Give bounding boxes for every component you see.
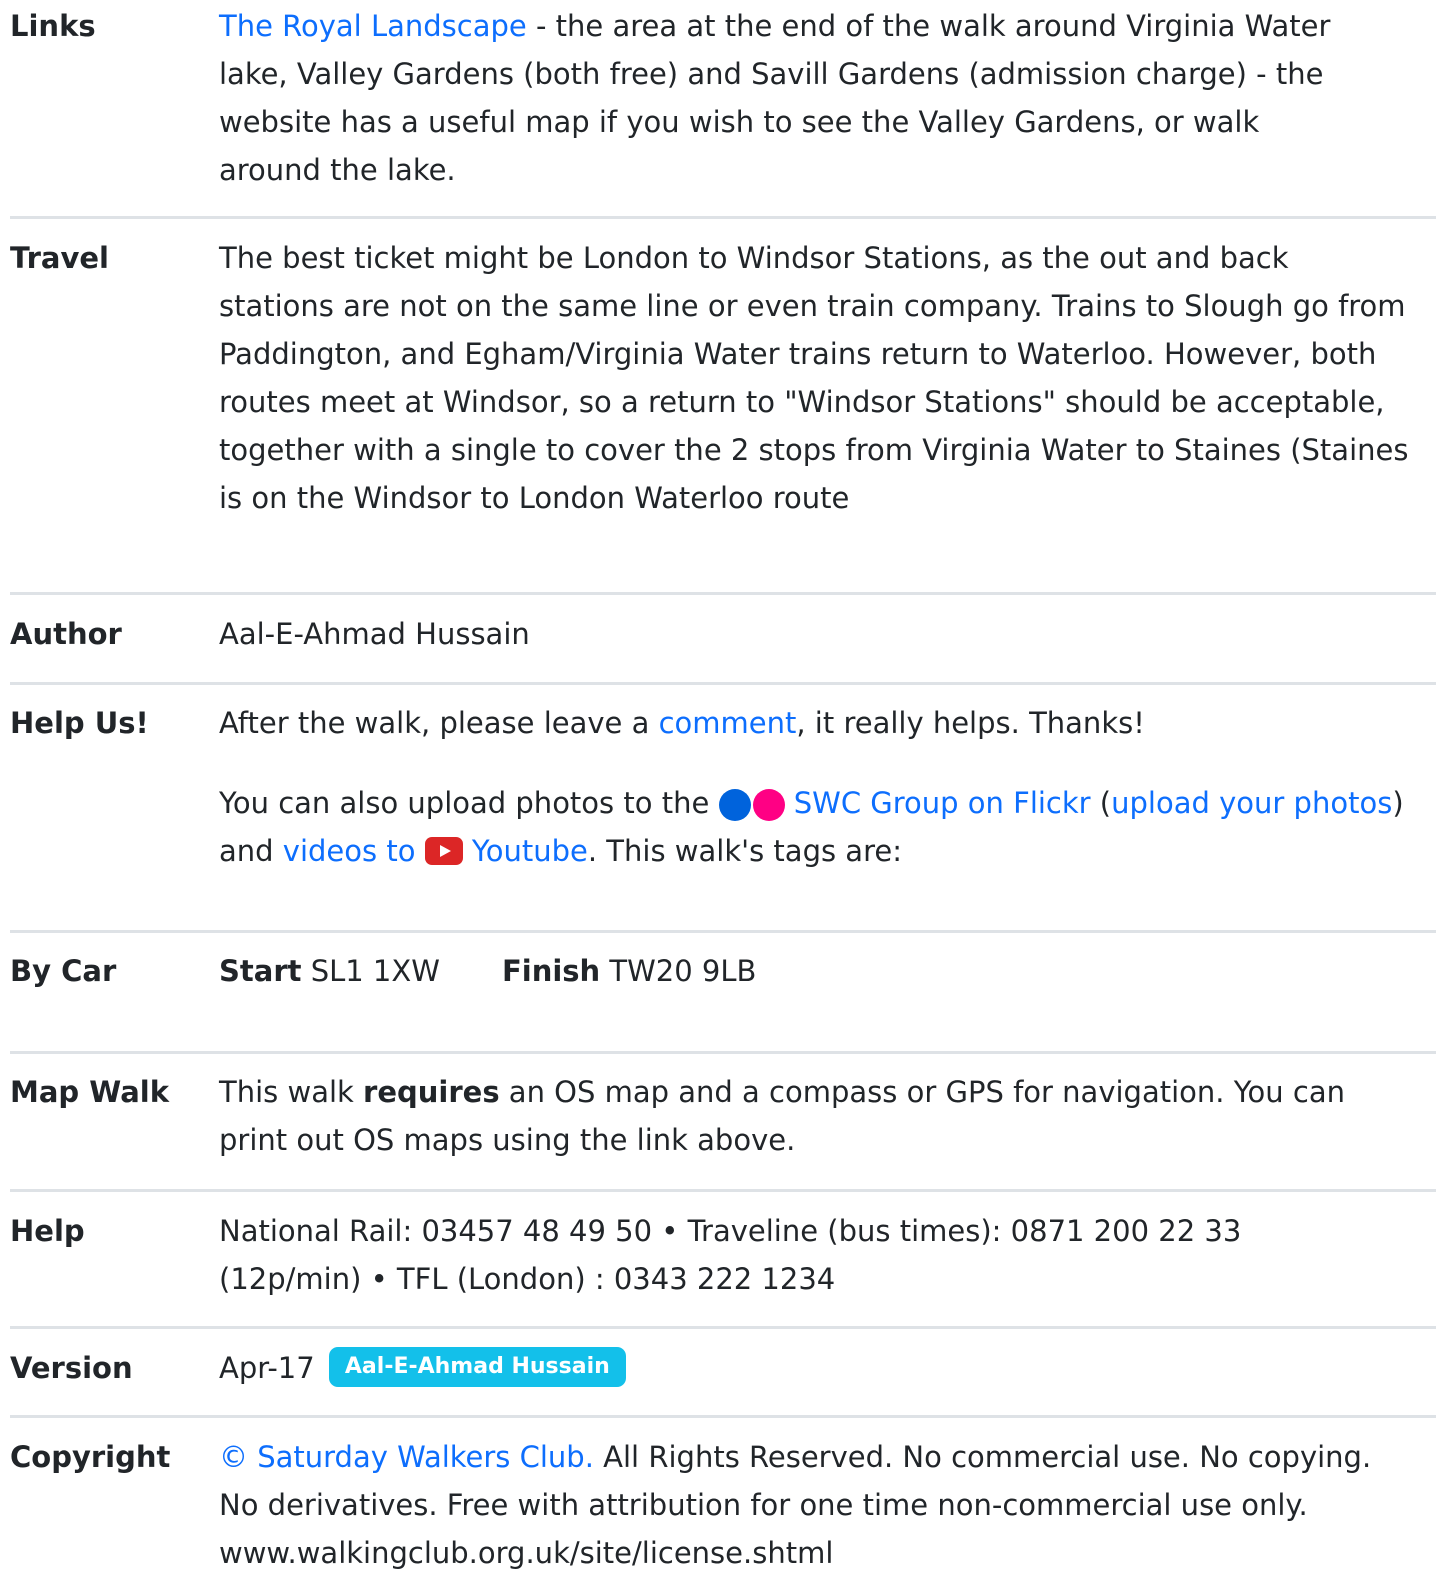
help-us-text: ( — [1090, 786, 1112, 820]
divider — [10, 1189, 1436, 1192]
author-badge: Aal-E-Ahmad Hussain — [328, 1347, 626, 1387]
help-us-text: After the walk, please leave a — [219, 706, 659, 740]
help-us-text: You can also upload photos to the — [219, 786, 719, 820]
row-label-map-walk: Map Walk — [10, 1075, 170, 1109]
row-label-travel: Travel — [10, 241, 109, 275]
flickr-blue-dot — [718, 789, 751, 821]
row-value-help-us: After the walk, please leave a comment, … — [219, 699, 1409, 875]
divider — [10, 930, 1436, 933]
row-label-author: Author — [10, 617, 122, 651]
map-walk-text: This walk — [219, 1075, 364, 1109]
start-label: Start — [219, 954, 302, 988]
finish-label: Finish — [501, 954, 601, 988]
row-label-copyright: Copyright — [10, 1440, 171, 1474]
divider — [10, 682, 1436, 685]
divider — [10, 1415, 1436, 1418]
swc-flickr-group-link[interactable]: SWC Group on Flickr — [794, 786, 1091, 820]
youtube-link[interactable]: Youtube — [472, 834, 588, 868]
divider — [10, 216, 1436, 219]
youtube-icon[interactable] — [424, 837, 463, 865]
row-value-map-walk: This walk requires an OS map and a compa… — [219, 1068, 1399, 1164]
row-label-version: Version — [10, 1351, 133, 1385]
row-label-help-us: Help Us! — [10, 706, 149, 740]
help-us-text: . This walk's tags are: — [587, 834, 902, 868]
comment-link[interactable]: comment — [659, 706, 797, 740]
divider — [10, 592, 1436, 595]
row-value-version: Apr-17 Aal-E-Ahmad Hussain — [219, 1344, 1419, 1392]
start-postcode: SL1 1XW — [310, 954, 440, 988]
map-walk-requires: requires — [363, 1075, 500, 1109]
saturday-walkers-club-link[interactable]: © Saturday Walkers Club. — [219, 1440, 594, 1474]
finish-postcode: TW20 9LB — [609, 954, 757, 988]
row-value-links: The Royal Landscape - the area at the en… — [219, 2, 1369, 194]
row-label-help: Help — [10, 1214, 85, 1248]
help-us-text: , it really helps. Thanks! — [796, 706, 1145, 740]
help-us-comment-paragraph: After the walk, please leave a comment, … — [219, 699, 1409, 747]
row-label-by-car: By Car — [10, 954, 117, 988]
author-name: Aal-E-Ahmad Hussain — [219, 617, 530, 651]
row-value-copyright: © Saturday Walkers Club. All Rights Rese… — [219, 1433, 1419, 1577]
royal-landscape-link[interactable]: The Royal Landscape — [219, 9, 527, 43]
divider — [10, 1051, 1436, 1054]
divider — [10, 1326, 1436, 1329]
flickr-icon — [718, 779, 785, 827]
videos-link[interactable]: videos to — [283, 834, 416, 868]
version-date: Apr-17 — [219, 1351, 315, 1385]
row-value-by-car: Start SL1 1XW Finish TW20 9LB — [219, 947, 1419, 995]
row-value-travel: The best ticket might be London to Winds… — [219, 241, 1409, 515]
upload-photos-link[interactable]: upload your photos — [1111, 786, 1392, 820]
row-label-links: Links — [10, 9, 96, 43]
help-phone-numbers: National Rail: 03457 48 49 50 • Travelin… — [219, 1214, 1242, 1296]
help-us-photos-paragraph: You can also upload photos to the SWC Gr… — [219, 779, 1409, 875]
flickr-pink-dot — [752, 789, 785, 821]
